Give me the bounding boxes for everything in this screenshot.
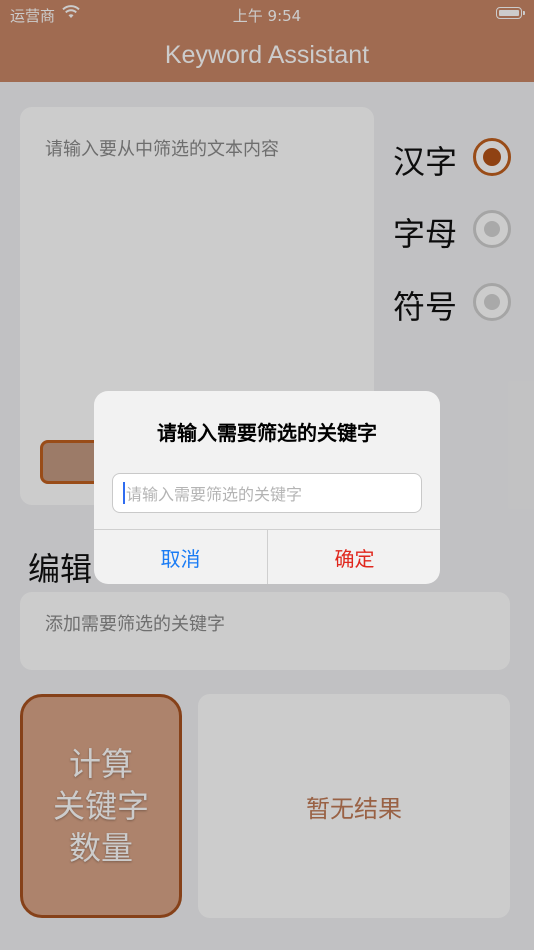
- confirm-button[interactable]: 确定: [268, 530, 440, 584]
- keyword-dialog: 请输入需要筛选的关键字 请输入需要筛选的关键字 取消 确定: [94, 391, 440, 584]
- dialog-input-placeholder: 请输入需要筛选的关键字: [126, 485, 303, 504]
- text-caret: [123, 482, 125, 504]
- dialog-title: 请输入需要筛选的关键字: [157, 421, 377, 445]
- cancel-button[interactable]: 取消: [94, 530, 267, 584]
- dialog-keyword-input[interactable]: 请输入需要筛选的关键字: [112, 473, 422, 513]
